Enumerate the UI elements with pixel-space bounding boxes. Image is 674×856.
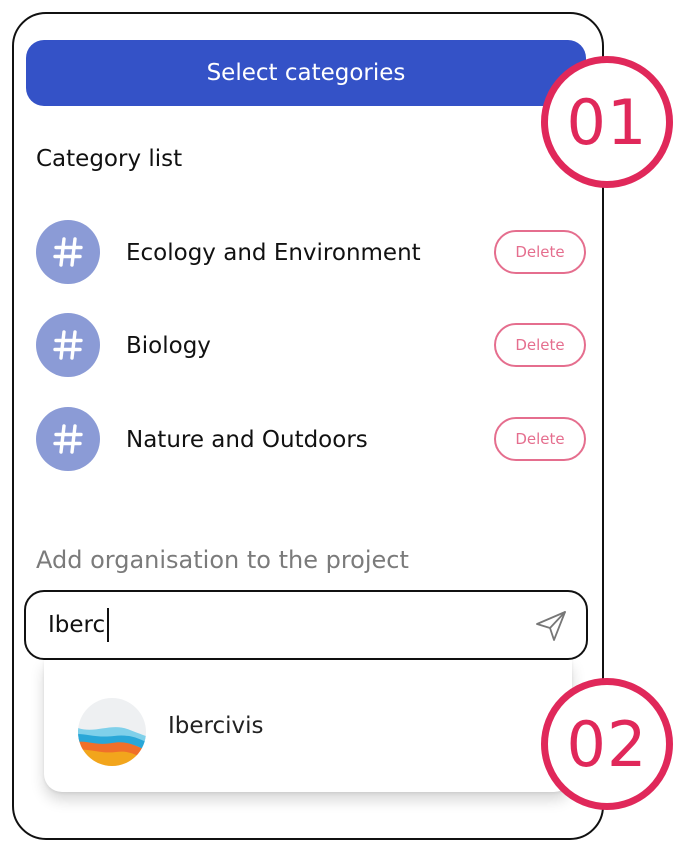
category-list-title: Category list — [36, 146, 183, 172]
text-caret — [107, 608, 110, 642]
delete-label: Delete — [515, 243, 565, 261]
step-badge-02: 02 — [541, 678, 673, 810]
select-categories-label: Select categories — [206, 60, 406, 86]
organisation-search-input[interactable]: Iberc — [24, 590, 588, 660]
hashtag-icon — [36, 220, 100, 284]
send-icon[interactable] — [534, 609, 568, 643]
category-label: Nature and Outdoors — [126, 427, 368, 453]
suggestion-item-ibercivis[interactable]: Ibercivis — [168, 713, 264, 739]
hashtag-icon — [36, 313, 100, 377]
select-categories-button[interactable]: Select categories — [26, 40, 586, 106]
delete-button[interactable]: Delete — [494, 230, 586, 274]
category-item-nature: Nature and Outdoors Delete — [36, 407, 586, 473]
delete-button[interactable]: Delete — [494, 417, 586, 461]
hashtag-icon — [36, 407, 100, 471]
delete-label: Delete — [515, 336, 565, 354]
delete-label: Delete — [515, 430, 565, 448]
add-organisation-label: Add organisation to the project — [36, 546, 409, 574]
category-label: Ecology and Environment — [126, 240, 421, 266]
delete-button[interactable]: Delete — [494, 323, 586, 367]
organisation-suggestions: Ibercivis — [44, 660, 572, 792]
ibercivis-logo-icon — [78, 698, 146, 766]
category-label: Biology — [126, 333, 211, 359]
search-value: Iberc — [48, 608, 110, 642]
category-item-biology: Biology Delete — [36, 313, 586, 379]
category-item-ecology: Ecology and Environment Delete — [36, 220, 586, 286]
step-badge-01: 01 — [541, 56, 673, 188]
